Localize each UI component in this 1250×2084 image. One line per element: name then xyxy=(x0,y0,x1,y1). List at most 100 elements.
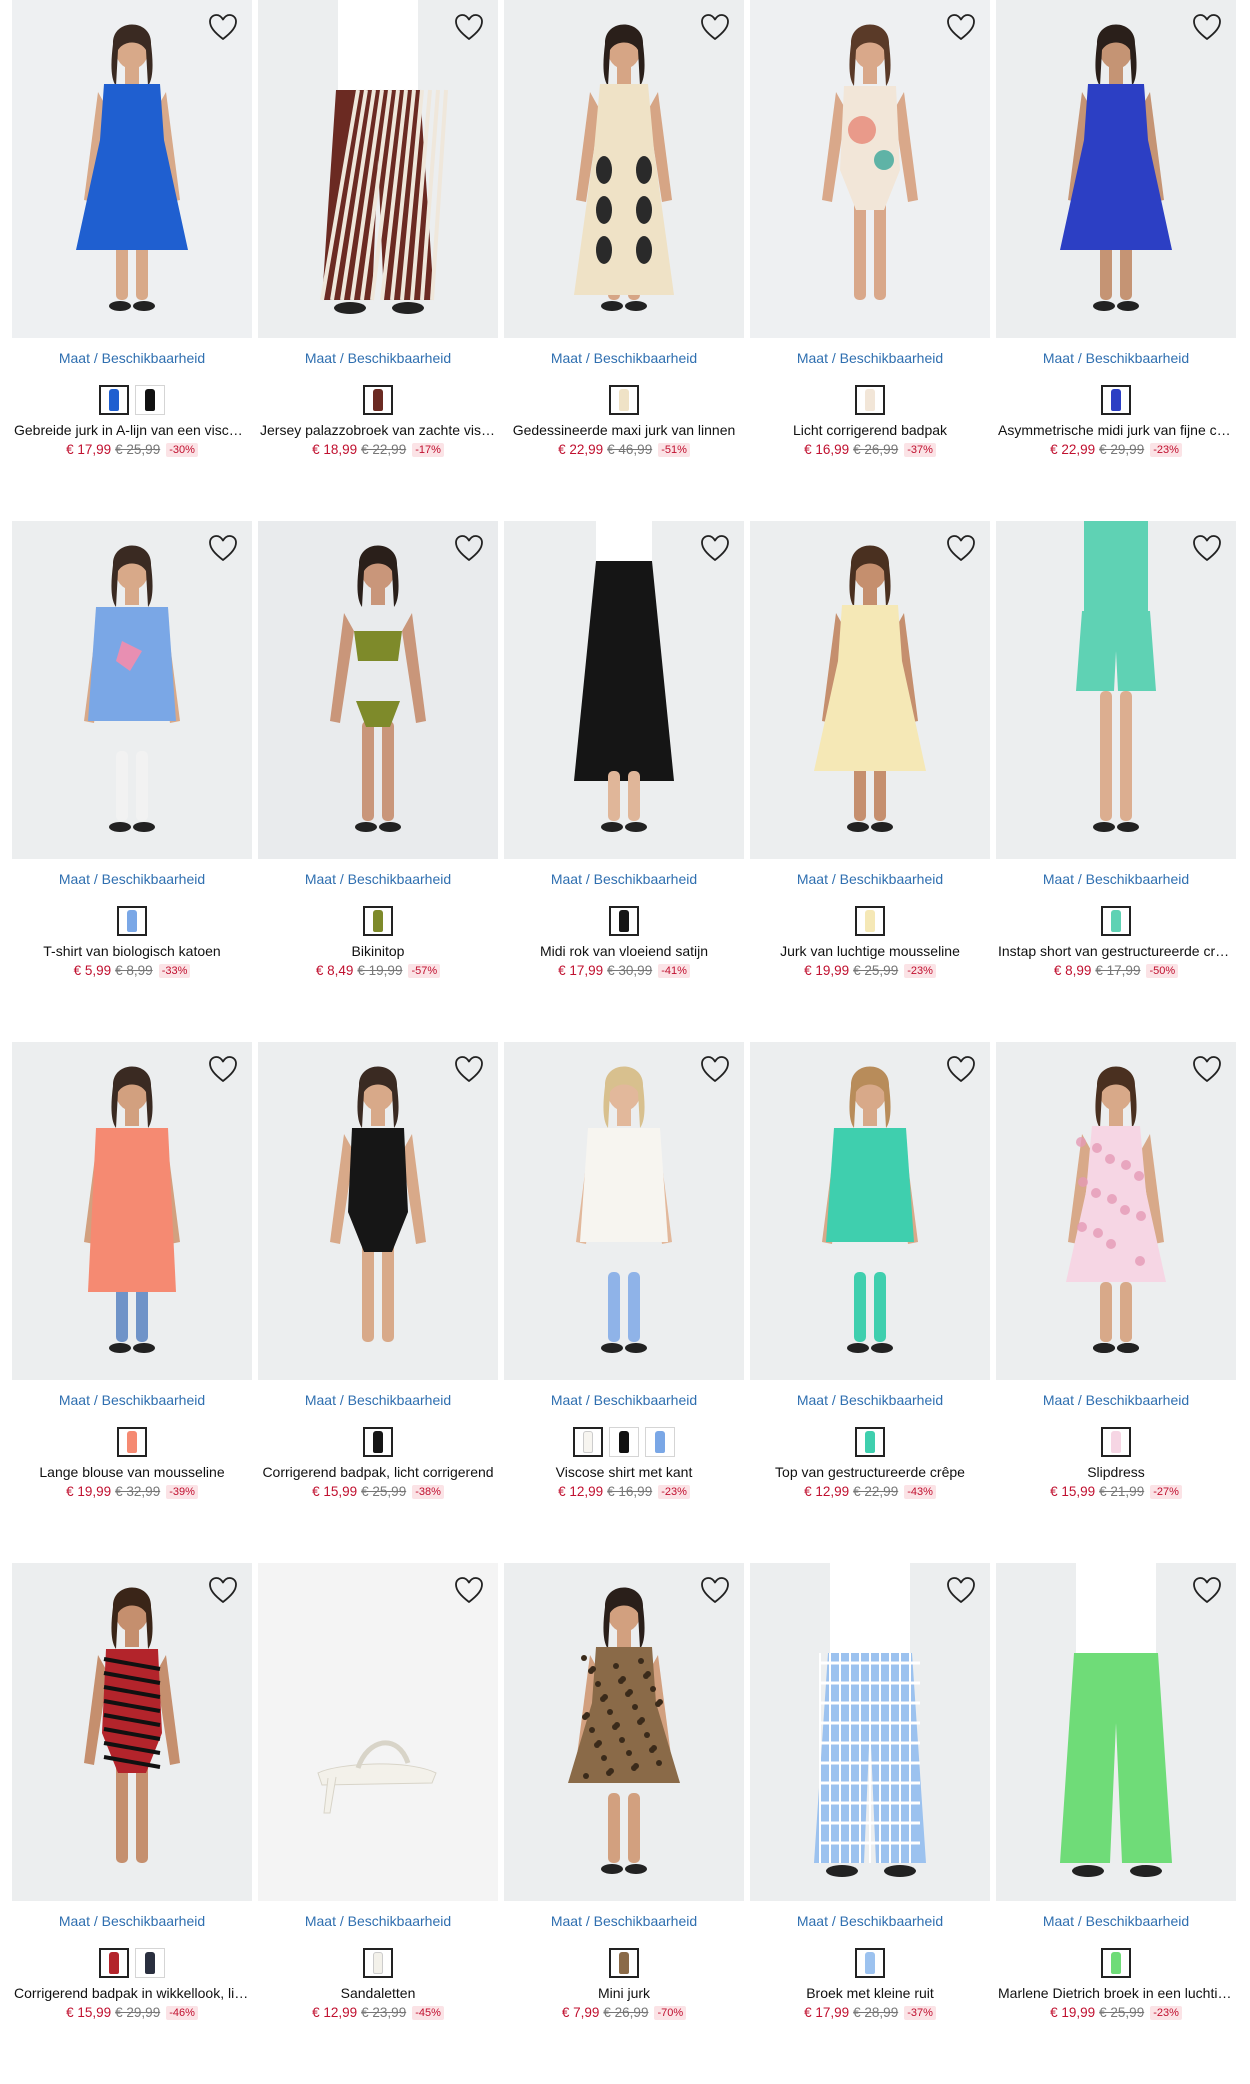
product-image[interactable] xyxy=(258,521,498,859)
heart-icon[interactable] xyxy=(452,10,486,44)
heart-icon[interactable] xyxy=(698,10,732,44)
product-name[interactable]: Instap short van gestructureerde crêpe xyxy=(996,943,1236,959)
product-name[interactable]: Gebreide jurk in A-lijn van een viscose-… xyxy=(12,422,252,438)
product-card[interactable]: Maat / Beschikbaarheid Midi rok van vloe… xyxy=(504,521,744,1042)
product-card[interactable]: Maat / Beschikbaarheid Lange blouse van … xyxy=(12,1042,252,1563)
color-swatch[interactable] xyxy=(135,385,165,415)
color-swatch[interactable] xyxy=(855,906,885,936)
size-availability-link[interactable]: Maat / Beschikbaarheid xyxy=(12,350,252,368)
heart-icon[interactable] xyxy=(452,1052,486,1086)
color-swatch[interactable] xyxy=(363,1948,393,1978)
product-image[interactable] xyxy=(750,1042,990,1380)
size-availability-link[interactable]: Maat / Beschikbaarheid xyxy=(258,871,498,889)
color-swatch[interactable] xyxy=(363,1427,393,1457)
size-availability-link[interactable]: Maat / Beschikbaarheid xyxy=(750,350,990,368)
product-image[interactable] xyxy=(504,521,744,859)
product-name[interactable]: Corrigerend badpak, licht corrigerend xyxy=(258,1464,498,1480)
color-swatch[interactable] xyxy=(573,1427,603,1457)
heart-icon[interactable] xyxy=(698,1573,732,1607)
color-swatch[interactable] xyxy=(117,1427,147,1457)
heart-icon[interactable] xyxy=(452,531,486,565)
product-card[interactable]: Maat / Beschikbaarheid Corrigerend badpa… xyxy=(12,1563,252,2084)
product-image[interactable] xyxy=(504,0,744,338)
product-image[interactable] xyxy=(504,1042,744,1380)
product-card[interactable]: Maat / Beschikbaarheid Jersey palazzobro… xyxy=(258,0,498,521)
product-name[interactable]: T-shirt van biologisch katoen xyxy=(12,943,252,959)
size-availability-link[interactable]: Maat / Beschikbaarheid xyxy=(504,350,744,368)
product-card[interactable]: Maat / Beschikbaarheid Gebreide jurk in … xyxy=(12,0,252,521)
product-name[interactable]: Top van gestructureerde crêpe xyxy=(750,1464,990,1480)
heart-icon[interactable] xyxy=(698,1052,732,1086)
product-card[interactable]: Maat / Beschikbaarheid Licht corrigerend… xyxy=(750,0,990,521)
size-availability-link[interactable]: Maat / Beschikbaarheid xyxy=(504,1392,744,1410)
size-availability-link[interactable]: Maat / Beschikbaarheid xyxy=(504,871,744,889)
color-swatch[interactable] xyxy=(855,1427,885,1457)
color-swatch[interactable] xyxy=(609,1948,639,1978)
product-image[interactable] xyxy=(12,1042,252,1380)
product-name[interactable]: Corrigerend badpak in wikkellook, licht … xyxy=(12,1985,252,2001)
heart-icon[interactable] xyxy=(698,531,732,565)
product-name[interactable]: Marlene Dietrich broek in een luchtige k… xyxy=(996,1985,1236,2001)
heart-icon[interactable] xyxy=(944,1052,978,1086)
product-name[interactable]: Viscose shirt met kant xyxy=(504,1464,744,1480)
size-availability-link[interactable]: Maat / Beschikbaarheid xyxy=(258,1392,498,1410)
heart-icon[interactable] xyxy=(1190,1573,1224,1607)
size-availability-link[interactable]: Maat / Beschikbaarheid xyxy=(258,350,498,368)
product-name[interactable]: Sandaletten xyxy=(258,1985,498,2001)
heart-icon[interactable] xyxy=(206,1052,240,1086)
product-card[interactable]: Maat / Beschikbaarheid Broek met kleine … xyxy=(750,1563,990,2084)
color-swatch[interactable] xyxy=(1101,906,1131,936)
size-availability-link[interactable]: Maat / Beschikbaarheid xyxy=(504,1913,744,1931)
color-swatch[interactable] xyxy=(363,906,393,936)
heart-icon[interactable] xyxy=(1190,1052,1224,1086)
product-image[interactable] xyxy=(12,521,252,859)
product-card[interactable]: Maat / Beschikbaarheid Corrigerend badpa… xyxy=(258,1042,498,1563)
heart-icon[interactable] xyxy=(452,1573,486,1607)
product-card[interactable]: Maat / Beschikbaarheid Bikinitop € 8,49 €… xyxy=(258,521,498,1042)
product-card[interactable]: Maat / Beschikbaarheid Asymmetrische mid… xyxy=(996,0,1236,521)
color-swatch[interactable] xyxy=(135,1948,165,1978)
color-swatch[interactable] xyxy=(855,1948,885,1978)
product-name[interactable]: Midi rok van vloeiend satijn xyxy=(504,943,744,959)
product-name[interactable]: Gedessineerde maxi jurk van linnen xyxy=(504,422,744,438)
size-availability-link[interactable]: Maat / Beschikbaarheid xyxy=(996,1392,1236,1410)
color-swatch[interactable] xyxy=(99,385,129,415)
product-card[interactable]: Maat / Beschikbaarheid T-shirt van biolo… xyxy=(12,521,252,1042)
color-swatch[interactable] xyxy=(609,385,639,415)
heart-icon[interactable] xyxy=(206,10,240,44)
product-image[interactable] xyxy=(504,1563,744,1901)
product-image[interactable] xyxy=(996,1563,1236,1901)
heart-icon[interactable] xyxy=(206,531,240,565)
product-card[interactable]: Maat / Beschikbaarheid Slipdress € 15,99… xyxy=(996,1042,1236,1563)
product-image[interactable] xyxy=(996,1042,1236,1380)
product-card[interactable]: Maat / Beschikbaarheid Marlene Dietrich … xyxy=(996,1563,1236,2084)
product-card[interactable]: Maat / Beschikbaarheid Mini jurk € 7,99 €… xyxy=(504,1563,744,2084)
product-image[interactable] xyxy=(258,0,498,338)
size-availability-link[interactable]: Maat / Beschikbaarheid xyxy=(750,1392,990,1410)
product-image[interactable] xyxy=(258,1042,498,1380)
heart-icon[interactable] xyxy=(944,10,978,44)
product-name[interactable]: Jersey palazzobroek van zachte viscose xyxy=(258,422,498,438)
product-image[interactable] xyxy=(750,1563,990,1901)
product-name[interactable]: Mini jurk xyxy=(504,1985,744,2001)
size-availability-link[interactable]: Maat / Beschikbaarheid xyxy=(258,1913,498,1931)
size-availability-link[interactable]: Maat / Beschikbaarheid xyxy=(750,871,990,889)
heart-icon[interactable] xyxy=(944,531,978,565)
product-image[interactable] xyxy=(12,0,252,338)
product-image[interactable] xyxy=(750,0,990,338)
product-name[interactable]: Broek met kleine ruit xyxy=(750,1985,990,2001)
product-image[interactable] xyxy=(258,1563,498,1901)
product-card[interactable]: Maat / Beschikbaarheid Instap short van … xyxy=(996,521,1236,1042)
color-swatch[interactable] xyxy=(1101,1427,1131,1457)
color-swatch[interactable] xyxy=(855,385,885,415)
color-swatch[interactable] xyxy=(117,906,147,936)
heart-icon[interactable] xyxy=(944,1573,978,1607)
size-availability-link[interactable]: Maat / Beschikbaarheid xyxy=(996,350,1236,368)
product-name[interactable]: Lange blouse van mousseline xyxy=(12,1464,252,1480)
product-name[interactable]: Licht corrigerend badpak xyxy=(750,422,990,438)
product-name[interactable]: Asymmetrische midi jurk van fijne crêpe xyxy=(996,422,1236,438)
heart-icon[interactable] xyxy=(1190,10,1224,44)
product-name[interactable]: Jurk van luchtige mousseline xyxy=(750,943,990,959)
size-availability-link[interactable]: Maat / Beschikbaarheid xyxy=(996,871,1236,889)
product-name[interactable]: Slipdress xyxy=(996,1464,1236,1480)
